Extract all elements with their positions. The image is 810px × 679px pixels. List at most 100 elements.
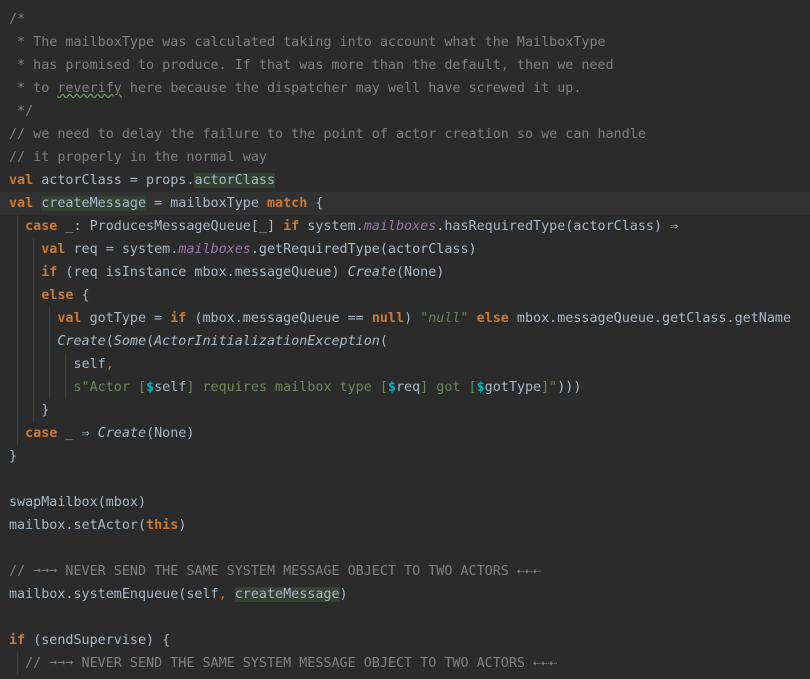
code-token: ) xyxy=(339,587,348,602)
code-token: mailboxes xyxy=(363,219,437,234)
code-token: mailbox.systemEnqueue(self xyxy=(9,587,219,602)
code-token: (None) xyxy=(146,426,195,441)
code-line[interactable]: * The mailboxType was calculated taking … xyxy=(0,31,810,54)
code-line[interactable]: s"Actor [$self] requires mailbox type [$… xyxy=(0,376,810,399)
code-token: ( xyxy=(379,334,388,349)
indent-guide xyxy=(17,652,18,675)
code-token: reverify xyxy=(57,81,122,96)
code-line[interactable]: self, xyxy=(0,353,810,376)
code-token: _: ProducesMessageQueue[_] xyxy=(57,219,284,234)
code-line[interactable]: val req = system.mailboxes.getRequiredTy… xyxy=(0,238,810,261)
code-line[interactable]: if (req isInstance mbox.messageQueue) Cr… xyxy=(0,261,810,284)
code-token: if xyxy=(9,633,26,648)
code-token: (sendSupervise) { xyxy=(25,633,171,648)
code-token: .getRequiredType(actorClass) xyxy=(250,242,477,257)
code-token: // we need to delay the failure to the p… xyxy=(9,127,646,142)
code-line[interactable]: val gotType = if (mbox.messageQueue == n… xyxy=(0,307,810,330)
code-token: gotType xyxy=(484,380,542,395)
code-line[interactable]: case _ ⇒ Create(None) xyxy=(0,422,810,445)
code-token: self xyxy=(9,357,106,372)
code-token: ] got [ xyxy=(420,380,477,395)
code-token: ]" xyxy=(541,380,558,395)
code-token: .hasRequiredType(actorClass) ⇒ xyxy=(436,219,679,234)
code-token: if xyxy=(41,265,58,280)
code-token: req xyxy=(395,380,421,395)
code-token: (mbox.messageQueue == xyxy=(186,311,372,326)
code-token: ) xyxy=(178,518,187,533)
code-line[interactable]: mailbox.setActor(this) xyxy=(0,514,810,537)
code-token: if xyxy=(283,219,300,234)
code-token: req = system. xyxy=(65,242,179,257)
code-token: null xyxy=(371,311,405,326)
code-token: { xyxy=(73,288,90,303)
indent-guide xyxy=(65,353,66,399)
code-line[interactable]: swapMailbox(mbox) xyxy=(0,491,810,514)
code-line[interactable]: Create(Some(ActorInitializationException… xyxy=(0,330,810,353)
code-line[interactable]: // ➞➞➞ NEVER SEND THE SAME SYSTEM MESSAG… xyxy=(0,560,810,583)
code-token: val xyxy=(9,196,34,211)
code-token: this xyxy=(146,518,179,533)
code-token: val xyxy=(9,173,34,188)
code-token: match xyxy=(267,196,308,211)
code-line[interactable]: if (sendSupervise) { xyxy=(0,629,810,652)
code-line[interactable]: else { xyxy=(0,284,810,307)
code-line[interactable]: val actorClass = props.actorClass xyxy=(0,169,810,192)
code-token: ))) xyxy=(557,380,582,395)
code-token: * The mailboxType was calculated taking … xyxy=(9,35,606,50)
code-line[interactable]: mailbox.systemEnqueue(self, createMessag… xyxy=(0,583,810,606)
code-line[interactable]: /* xyxy=(0,8,810,31)
code-line[interactable]: // we need to delay the failure to the p… xyxy=(0,123,810,146)
code-token: createMessage xyxy=(41,196,147,211)
indent-guide xyxy=(49,307,50,399)
code-line[interactable]: // it properly in the normal way xyxy=(0,146,810,169)
indent-guide xyxy=(17,215,18,445)
code-token: * has promised to produce. If that was m… xyxy=(9,58,614,73)
code-token: else xyxy=(41,288,74,303)
code-line[interactable]: case _: ProducesMessageQueue[_] if syste… xyxy=(0,215,810,238)
code-token: Create xyxy=(97,426,147,441)
code-line[interactable]: */ xyxy=(0,100,810,123)
code-line[interactable]: } xyxy=(0,445,810,468)
code-token: $ xyxy=(476,380,485,395)
code-token: { xyxy=(307,196,324,211)
code-token: , xyxy=(218,587,227,602)
code-line[interactable]: val createMessage = mailboxType match { xyxy=(0,192,810,215)
code-token: s"Actor [ xyxy=(73,380,147,395)
code-token: Create xyxy=(347,265,396,280)
code-token: swapMailbox(mbox) xyxy=(9,495,147,510)
code-token: // it properly in the normal way xyxy=(9,150,267,165)
code-token: case xyxy=(25,219,58,234)
code-token: = mailboxType xyxy=(146,196,267,211)
code-token: case xyxy=(25,426,58,441)
code-line[interactable] xyxy=(0,606,810,629)
code-token: val xyxy=(57,311,82,326)
code-token: /* xyxy=(9,12,26,27)
code-token: self xyxy=(154,380,187,395)
code-token: mailbox.setActor( xyxy=(9,518,147,533)
code-token: (req isInstance mbox.messageQueue) xyxy=(57,265,348,280)
code-line[interactable]: * has promised to produce. If that was m… xyxy=(0,54,810,77)
code-line[interactable] xyxy=(0,468,810,491)
indent-guide xyxy=(33,238,34,422)
code-line[interactable]: * to reverify here because the dispatche… xyxy=(0,77,810,100)
code-token: mbox.messageQueue.getClass.getName xyxy=(508,311,792,326)
code-token: gotType = xyxy=(81,311,171,326)
code-line[interactable]: } xyxy=(0,399,810,422)
code-token: ActorInitializationException xyxy=(154,334,380,349)
code-token: here because the dispatcher may well hav… xyxy=(121,81,582,96)
code-token: "null" xyxy=(420,311,469,326)
code-line[interactable] xyxy=(0,537,810,560)
code-editor[interactable]: /* * The mailboxType was calculated taki… xyxy=(0,0,810,679)
code-token: */ xyxy=(9,104,34,119)
code-token: ) xyxy=(404,311,421,326)
code-token: _ ⇒ xyxy=(57,426,98,441)
code-token: else xyxy=(476,311,509,326)
code-line[interactable]: // ➞➞➞ NEVER SEND THE SAME SYSTEM MESSAG… xyxy=(0,652,810,675)
code-token: // ➞➞➞ NEVER SEND THE SAME SYSTEM MESSAG… xyxy=(9,564,542,579)
code-token: if xyxy=(170,311,187,326)
code-token: } xyxy=(9,449,18,464)
